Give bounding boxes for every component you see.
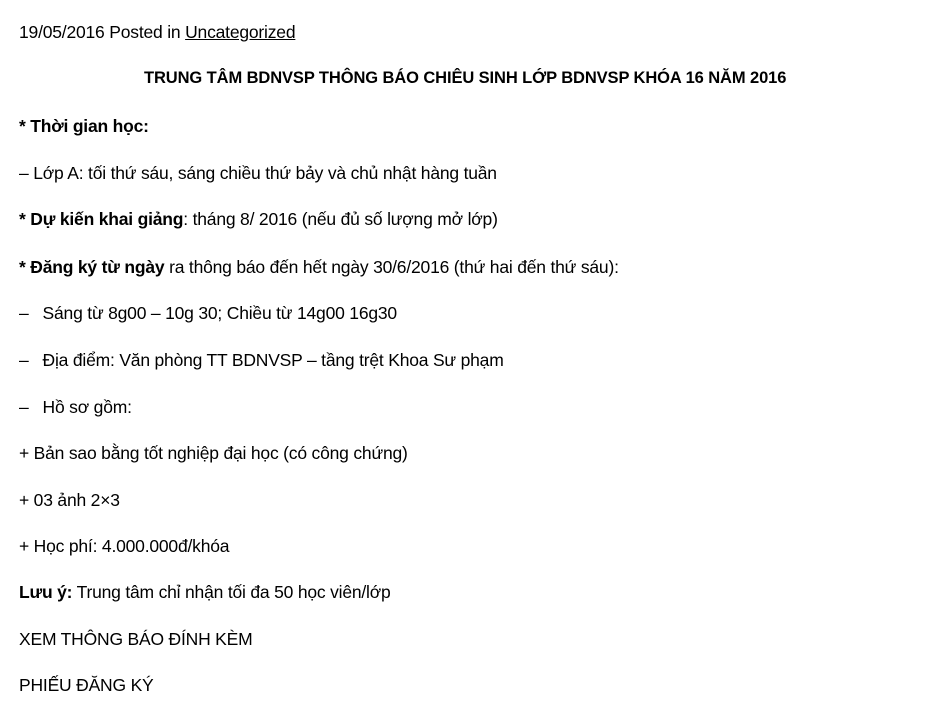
opening-line: * Dự kiến khai giảng: tháng 8/ 2016 (nếu… [19, 208, 498, 230]
documents-text: Hồ sơ gồm: [42, 397, 132, 417]
note-label: Lưu ý: [19, 582, 73, 602]
dash-marker: – [19, 397, 29, 417]
dash-marker: – [19, 303, 29, 323]
registration-value: ra thông báo đến hết ngày 30/6/2016 (thứ… [164, 257, 619, 277]
category-link[interactable]: Uncategorized [185, 22, 295, 42]
registration-documents: – Hồ sơ gồm: [19, 396, 132, 418]
registration-form-link[interactable]: PHIẾU ĐĂNG KÝ [19, 674, 154, 696]
document-item-photos: + 03 ảnh 2×3 [19, 490, 120, 510]
schedule-heading: * Thời gian học: [19, 116, 149, 136]
registration-label: * Đăng ký từ ngày [19, 257, 165, 277]
registration-hours: – Sáng từ 8g00 – 10g 30; Chiều từ 14g00 1… [19, 302, 397, 324]
note-line: Lưu ý: Trung tâm chỉ nhận tối đa 50 học … [19, 581, 391, 603]
document-item-diploma: + Bản sao bằng tốt nghiệp đại học (có cô… [19, 443, 408, 463]
opening-value: : tháng 8/ 2016 (nếu đủ số lượng mở lớp) [183, 209, 498, 229]
opening-label: * Dự kiến khai giảng [19, 209, 184, 229]
note-value: Trung tâm chỉ nhận tối đa 50 học viên/lớ… [72, 582, 391, 602]
page-title: TRUNG TÂM BDNVSP THÔNG BÁO CHIÊU SINH LỚ… [144, 69, 787, 87]
schedule-class-a: – Lớp A: tối thứ sáu, sáng chiều thứ bảy… [19, 163, 497, 183]
post-date: 19/05/2016 [19, 22, 105, 42]
posted-in-label: Posted in [109, 22, 181, 42]
attachment-link[interactable]: XEM THÔNG BÁO ĐÍNH KÈM [19, 628, 253, 650]
registration-location: – Địa điểm: Văn phòng TT BDNVSP – tầng tr… [19, 349, 504, 371]
location-text: Địa điểm: Văn phòng TT BDNVSP – tầng trệ… [42, 350, 504, 370]
dash-marker: – [19, 350, 29, 370]
document-item-fee: + Học phí: 4.000.000đ/khóa [19, 536, 230, 556]
post-meta: 19/05/2016 Posted in Uncategorized [19, 21, 296, 43]
registration-line: * Đăng ký từ ngày ra thông báo đến hết n… [19, 256, 619, 278]
hours-text: Sáng từ 8g00 – 10g 30; Chiều từ 14g00 16… [42, 303, 398, 323]
